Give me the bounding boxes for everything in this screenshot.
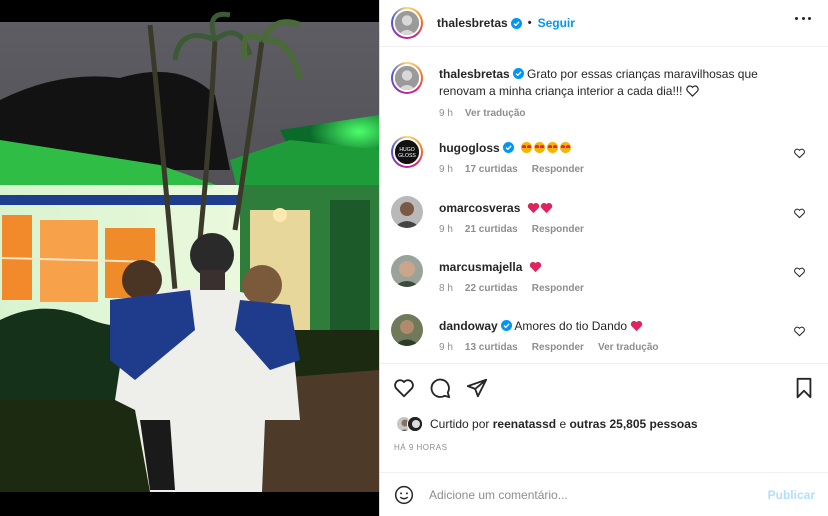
emoji-icon[interactable] — [394, 485, 414, 505]
follow-button[interactable]: Seguir — [538, 16, 575, 30]
star-struck-emojis — [521, 141, 573, 155]
verified-icon — [510, 17, 522, 29]
verified-icon — [500, 320, 512, 331]
like-comment-heart-icon[interactable] — [794, 267, 805, 278]
caption-username[interactable]: thalesbretas — [439, 67, 510, 81]
likes-others-link[interactable]: outras 25,805 pessoas — [569, 417, 697, 431]
author-avatar[interactable] — [391, 7, 423, 39]
outline-heart-icon — [686, 85, 699, 97]
liker-avatar[interactable] — [407, 416, 423, 432]
likes-text: Curtido por reenatassd e outras 25,805 p… — [430, 417, 698, 431]
verified-icon — [512, 68, 524, 79]
reply-button[interactable]: Responder — [532, 283, 584, 294]
svg-text:GLOSS: GLOSS — [398, 153, 416, 159]
header-separator: • — [527, 17, 532, 29]
post-time-ago[interactable]: HÁ 9 HORAS — [394, 443, 447, 452]
caption-translate-link[interactable]: Ver tradução — [465, 108, 526, 119]
comment-item: marcusmajella 8 h 22 curtidas Responder — [391, 255, 819, 305]
comment-likes[interactable]: 22 curtidas — [465, 283, 518, 294]
likes-middle: e — [559, 417, 567, 431]
post-actions — [380, 364, 828, 410]
commenter-avatar[interactable]: HUGO GLOSS — [391, 136, 423, 168]
author-username[interactable]: thalesbretas — [437, 16, 508, 30]
caption-avatar[interactable] — [391, 62, 423, 94]
commenter-avatar[interactable] — [391, 255, 423, 287]
comment-item: dandoway Amores do tio Dando 9 h 13 curti… — [391, 314, 819, 361]
reply-button[interactable]: Responder — [532, 224, 584, 235]
comment-time: 9 h — [439, 224, 453, 235]
likes-user-link[interactable]: reenatassd — [493, 417, 556, 431]
reply-button[interactable]: Responder — [532, 164, 584, 175]
verified-icon — [502, 142, 514, 153]
reply-button[interactable]: Responder — [532, 342, 584, 353]
commenter-username[interactable]: dandoway — [439, 319, 498, 333]
commenter-username[interactable]: omarcosveras — [439, 201, 520, 215]
commenter-avatar[interactable] — [391, 314, 423, 346]
post-details-panel: thalesbretas • Seguir thalesbretas Grato… — [379, 0, 828, 516]
comment-time: 9 h — [439, 342, 453, 353]
likes-prefix: Curtido por — [430, 417, 490, 431]
comment-time: 9 h — [439, 164, 453, 175]
like-comment-heart-icon[interactable] — [794, 148, 805, 159]
comment-text: Amores do tio Dando — [514, 319, 628, 333]
add-comment-bar: Publicar — [380, 472, 828, 516]
heart-icon[interactable] — [393, 377, 415, 399]
comment-icon[interactable] — [429, 377, 451, 399]
likes-summary: Curtido por reenatassd e outras 25,805 p… — [396, 414, 698, 434]
comment-time: 8 h — [439, 283, 453, 294]
commenter-username[interactable]: hugogloss — [439, 141, 500, 155]
comment-likes[interactable]: 17 curtidas — [465, 164, 518, 175]
comment-item: HUGO GLOSS hugogloss 9 h 17 curtidas Respon… — [391, 136, 819, 186]
post-header: thalesbretas • Seguir — [380, 0, 828, 47]
svg-text:HUGO: HUGO — [399, 147, 414, 153]
post-photo[interactable] — [0, 0, 379, 516]
commenter-username[interactable]: marcusmajella — [439, 260, 522, 274]
post-image — [0, 11, 379, 492]
comment-translate-link[interactable]: Ver tradução — [598, 342, 659, 353]
comment-input[interactable] — [429, 487, 729, 502]
commenter-avatar[interactable] — [391, 196, 423, 228]
red-heart-emojis — [529, 260, 542, 274]
comments-list[interactable]: thalesbretas Grato por essas crianças ma… — [380, 48, 828, 361]
comment-likes[interactable]: 13 curtidas — [465, 342, 518, 353]
comment-item: omarcosveras 9 h 21 curtidas Responder — [391, 196, 819, 246]
publish-button[interactable]: Publicar — [768, 488, 815, 502]
red-heart-emojis — [527, 201, 553, 215]
red-heart-emoji — [631, 321, 643, 332]
comment-likes[interactable]: 21 curtidas — [465, 224, 518, 235]
bookmark-icon[interactable] — [793, 377, 815, 399]
caption-time: 9 h — [439, 108, 453, 119]
like-comment-heart-icon[interactable] — [794, 326, 805, 337]
caption: thalesbretas Grato por essas crianças ma… — [391, 62, 819, 122]
share-icon[interactable] — [466, 377, 488, 399]
more-icon[interactable] — [795, 17, 811, 21]
like-comment-heart-icon[interactable] — [794, 208, 805, 219]
